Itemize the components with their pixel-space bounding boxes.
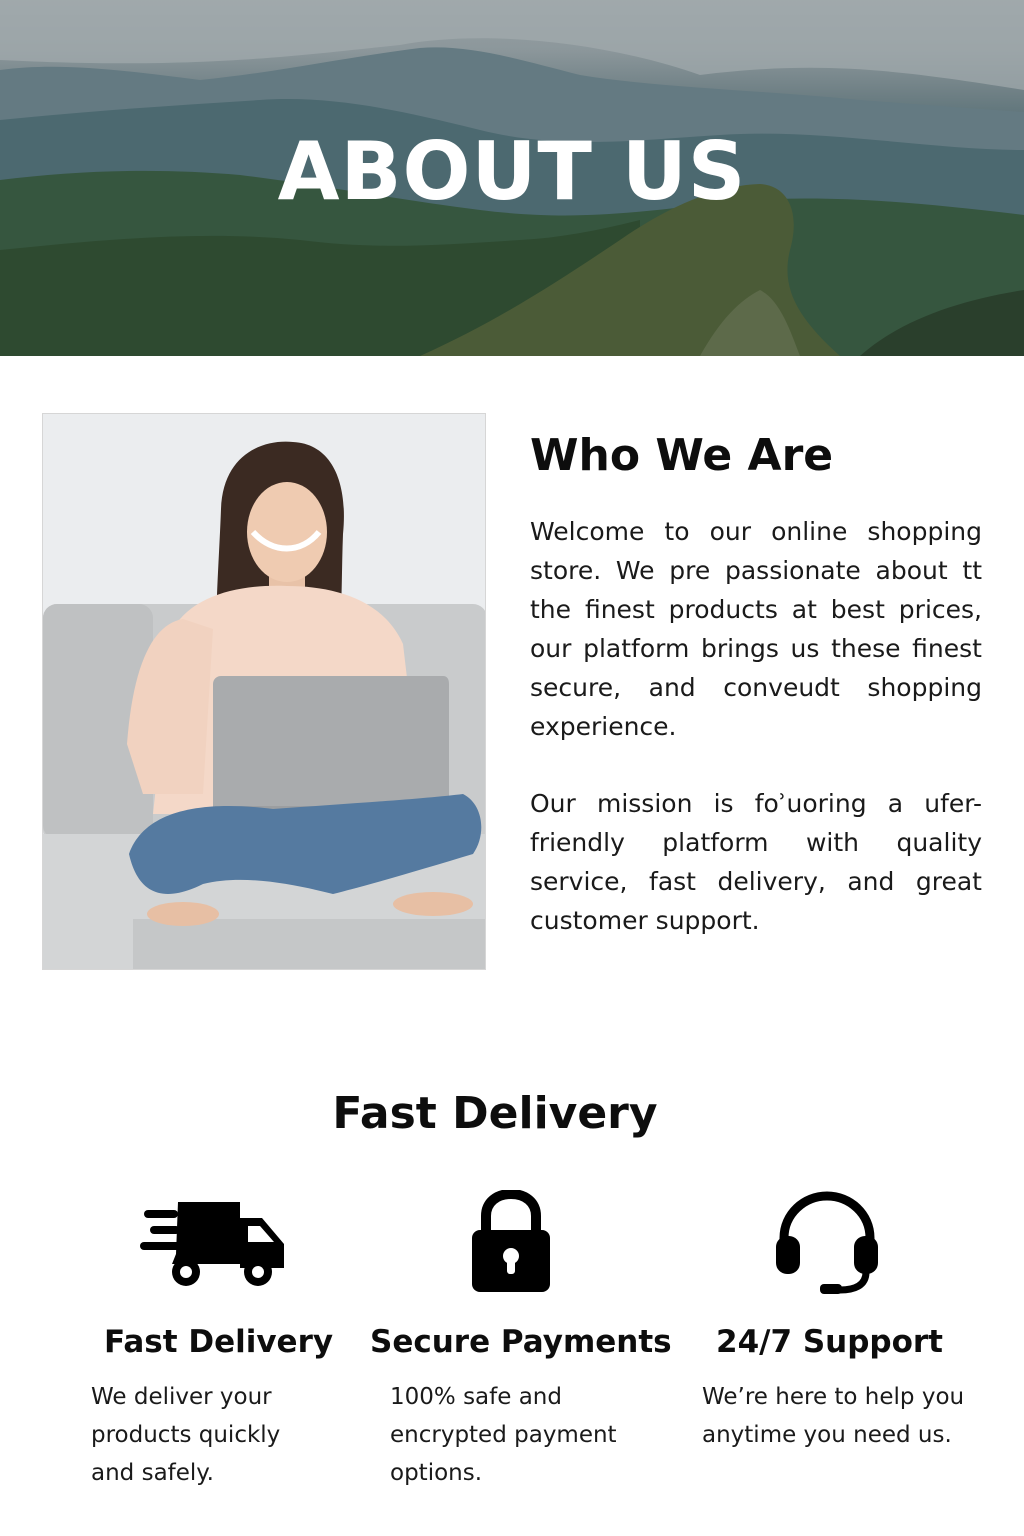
who-we-are-paragraph-1: Welcome to our online shopping store. We… (530, 517, 982, 741)
feature-desc-support: We’re here to help you anytime you need … (702, 1384, 965, 1448)
who-we-are-heading: Who We Are (530, 430, 834, 481)
truck-icon (140, 1202, 284, 1286)
headset-icon (776, 1191, 878, 1294)
feature-desc-fast-delivery: We deliver your products quickly and saf… (91, 1384, 281, 1486)
hero-banner: ABOUT US (0, 0, 1024, 356)
feature-desc-secure-payments: 100% safe and encrypted payment options. (390, 1384, 617, 1486)
feature-title-support: 24/7 Support (716, 1324, 944, 1360)
features-heading: Fast Delivery (332, 1088, 658, 1139)
who-we-are-paragraph-2: Our mission is foʾuoring a ufer-friendly… (530, 789, 982, 935)
woman-with-laptop-photo (42, 413, 486, 970)
page-title: ABOUT US (277, 125, 747, 218)
feature-title-fast-delivery: Fast Delivery (104, 1324, 334, 1360)
feature-title-secure-payments: Secure Payments (370, 1324, 672, 1360)
lock-icon (472, 1190, 550, 1292)
